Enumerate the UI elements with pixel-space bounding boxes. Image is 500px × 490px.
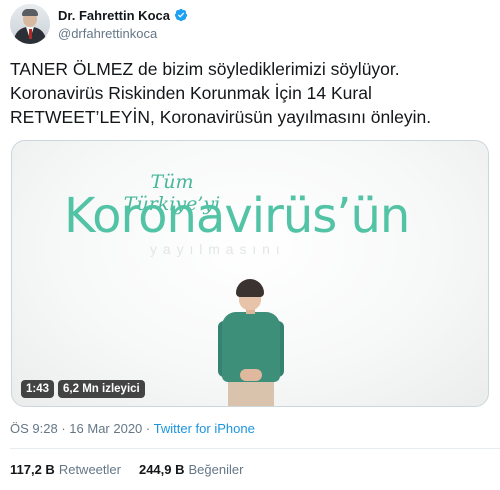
tweet-stats: 117,2 B Retweetler 244,9 B Beğeniler: [10, 462, 243, 477]
tweet-header: Dr. Fahrettin Koca @drfahrettinkoca: [10, 4, 188, 44]
retweets-stat[interactable]: 117,2 B Retweetler: [10, 462, 121, 477]
avatar[interactable]: [10, 4, 50, 44]
tweet-text: TANER ÖLMEZ de bizim söylediklerimizi sö…: [10, 57, 490, 129]
verified-badge-icon: [174, 8, 188, 22]
likes-label: Beğeniler: [188, 462, 244, 477]
tweet-text-line: Koronavirüs Riskinden Korunmak İçin 14 K…: [10, 83, 372, 103]
author-info: Dr. Fahrettin Koca @drfahrettinkoca: [58, 8, 188, 41]
video-duration-badge: 1:43: [21, 380, 55, 398]
video-player[interactable]: Tüm Türkiye’yi Koronavirüs’ün y a y ı l …: [11, 140, 489, 407]
video-faded-text: y a y ı l m a s ı n ı: [150, 241, 281, 257]
video-views-badge: 6,2 Mn izleyici: [58, 380, 145, 398]
likes-stat[interactable]: 244,9 B Beğeniler: [139, 462, 243, 477]
meta-separator: ·: [61, 421, 66, 436]
user-handle[interactable]: @drfahrettinkoca: [58, 26, 188, 41]
display-name[interactable]: Dr. Fahrettin Koca: [58, 8, 170, 23]
divider: [10, 448, 500, 449]
likes-count: 244,9 B: [138, 462, 185, 477]
tweet-date[interactable]: 16 Mar 2020: [69, 421, 142, 436]
video-person-figure: [216, 279, 286, 406]
tweet-source-link[interactable]: Twitter for iPhone: [154, 421, 255, 436]
tweet-time[interactable]: ÖS 9:28: [10, 421, 58, 436]
tweet-text-line: RETWEET’LEYİN, Koronavirüsün yayılmasını…: [10, 107, 432, 127]
video-badges: 1:43 6,2 Mn izleyici: [21, 380, 145, 398]
tweet-text-line: TANER ÖLMEZ de bizim söylediklerimizi sö…: [10, 59, 400, 79]
video-headline: Koronavirüs’ün: [64, 188, 410, 244]
meta-separator: ·: [145, 421, 151, 436]
retweets-count: 117,2 B: [10, 462, 55, 477]
retweets-label: Retweetler: [58, 462, 121, 477]
tweet-meta: ÖS 9:28 · 16 Mar 2020 · Twitter for iPho…: [10, 421, 255, 436]
